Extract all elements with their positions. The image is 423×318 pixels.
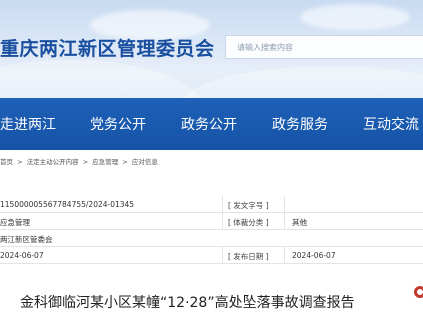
info-row: 115000005567784755/2024-01345 [ 发文字号 ] xyxy=(0,196,423,213)
info-row: 应急管理 [ 体裁分类 ] 其他 xyxy=(0,213,423,230)
nav-item-dangwu[interactable]: 党务公开 xyxy=(90,114,146,134)
breadcrumb-home[interactable]: 首页 xyxy=(0,158,13,166)
breadcrumb-public-content[interactable]: 法定主动公开内容 xyxy=(27,158,79,166)
publish-date-value: 2024-06-07 xyxy=(292,251,336,260)
nav-item-zhengwu-fuwu[interactable]: 政务服务 xyxy=(272,114,328,134)
site-title[interactable]: 重庆两江新区管理委员会 xyxy=(0,34,215,60)
nav-item-zhengwu-gongkai[interactable]: 政务公开 xyxy=(181,114,237,134)
written-date: 2024-06-07 xyxy=(0,251,44,260)
main-nav: 走进两江 党务公开 政务公开 政务服务 互动交流 xyxy=(0,98,423,150)
nav-item-zoujin[interactable]: 走进两江 xyxy=(0,114,56,134)
breadcrumb-separator: > xyxy=(17,158,23,166)
issuing-agency: 两江新区管委会 xyxy=(0,235,53,244)
accessibility-icon[interactable] xyxy=(413,285,423,299)
breadcrumb: 首页 > 法定主动公开内容 > 应急管理 > 应对信息 xyxy=(0,156,160,170)
search-input[interactable]: 请输入搜索内容 xyxy=(225,35,423,59)
breadcrumb-separator: > xyxy=(82,158,89,166)
breadcrumb-response[interactable]: 应对信息 xyxy=(132,158,158,166)
breadcrumb-emergency[interactable]: 应急管理 xyxy=(92,158,118,166)
breadcrumb-separator: > xyxy=(122,158,128,166)
genre-label: [ 体裁分类 ] xyxy=(228,218,269,227)
topic-category: 应急管理 xyxy=(0,218,30,227)
publish-date-label: [ 发布日期 ] xyxy=(228,252,269,261)
info-row: 两江新区管委会 xyxy=(0,230,423,247)
doc-number-label: [ 发文字号 ] xyxy=(228,201,269,210)
nav-item-hudong[interactable]: 互动交流 xyxy=(363,114,419,134)
info-row: 2024-06-07 [ 发布日期 ] 2024-06-07 xyxy=(0,247,423,264)
index-number: 115000005567784755/2024-01345 xyxy=(0,200,135,209)
info-table: 115000005567784755/2024-01345 [ 发文字号 ] 应… xyxy=(0,196,423,264)
article-title: 金科御临河某小区某幢“12·28”高处坠落事故调查报告 xyxy=(20,295,355,311)
header-banner: 重庆两江新区管理委员会 请输入搜索内容 xyxy=(0,0,423,98)
genre-value: 其他 xyxy=(292,218,307,227)
